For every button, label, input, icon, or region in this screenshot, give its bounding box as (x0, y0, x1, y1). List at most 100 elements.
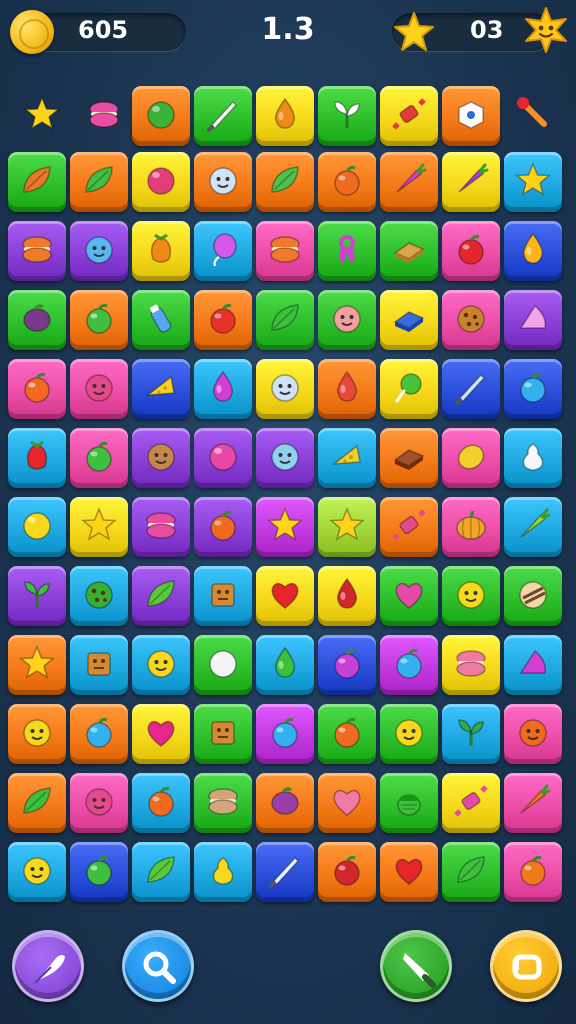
tile-r6-c5[interactable] (318, 566, 376, 626)
tile-r0-c7[interactable] (442, 152, 500, 212)
tile-r1-c5[interactable] (318, 221, 376, 281)
tile-r6-c1[interactable] (70, 566, 128, 626)
tile-r8-c6[interactable] (380, 704, 438, 764)
tile-r7-c5[interactable] (318, 635, 376, 695)
tile-r10-c4[interactable] (256, 842, 314, 902)
tile-r2-c8[interactable] (504, 290, 562, 350)
tile-r5-c1[interactable] (70, 497, 128, 557)
loose-macaron-icon[interactable] (84, 94, 124, 138)
tile-r5-c0[interactable] (8, 497, 66, 557)
tile-r10-c2[interactable] (132, 842, 190, 902)
tile-r0-c5[interactable] (318, 152, 376, 212)
tile-r0-c0[interactable] (8, 152, 66, 212)
tile-r7-c0[interactable] (8, 635, 66, 695)
tile-r3-c8[interactable] (504, 359, 562, 419)
tile-r5-c3[interactable] (194, 497, 252, 557)
tile-r9-c7[interactable] (442, 773, 500, 833)
tile-r1-c0[interactable] (8, 221, 66, 281)
tile-r4-c7[interactable] (442, 428, 500, 488)
tile-top-5[interactable] (442, 86, 500, 146)
tile-r2-c5[interactable] (318, 290, 376, 350)
tile-r2-c4[interactable] (256, 290, 314, 350)
loose-wand-icon[interactable] (514, 94, 554, 138)
tile-r5-c2[interactable] (132, 497, 190, 557)
tile-top-1[interactable] (194, 86, 252, 146)
tile-r8-c4[interactable] (256, 704, 314, 764)
tile-r5-c7[interactable] (442, 497, 500, 557)
tile-r10-c0[interactable] (8, 842, 66, 902)
search-button[interactable] (122, 930, 194, 1002)
tile-r9-c4[interactable] (256, 773, 314, 833)
tile-r0-c1[interactable] (70, 152, 128, 212)
tile-r5-c6[interactable] (380, 497, 438, 557)
tile-r2-c2[interactable] (132, 290, 190, 350)
tile-r9-c8[interactable] (504, 773, 562, 833)
tile-r1-c6[interactable] (380, 221, 438, 281)
tile-r10-c8[interactable] (504, 842, 562, 902)
tile-r0-c2[interactable] (132, 152, 190, 212)
tile-r10-c6[interactable] (380, 842, 438, 902)
tile-r3-c7[interactable] (442, 359, 500, 419)
tile-r5-c8[interactable] (504, 497, 562, 557)
tile-top-2[interactable] (256, 86, 314, 146)
tile-r10-c7[interactable] (442, 842, 500, 902)
tile-r7-c3[interactable] (194, 635, 252, 695)
tile-r3-c5[interactable] (318, 359, 376, 419)
tile-r6-c6[interactable] (380, 566, 438, 626)
tile-r1-c1[interactable] (70, 221, 128, 281)
tile-r4-c5[interactable] (318, 428, 376, 488)
tile-r3-c6[interactable] (380, 359, 438, 419)
tile-r9-c3[interactable] (194, 773, 252, 833)
tile-r0-c8[interactable] (504, 152, 562, 212)
tile-r3-c4[interactable] (256, 359, 314, 419)
tile-r4-c8[interactable] (504, 428, 562, 488)
tile-r1-c4[interactable] (256, 221, 314, 281)
tile-r7-c2[interactable] (132, 635, 190, 695)
tile-r9-c0[interactable] (8, 773, 66, 833)
tile-r7-c6[interactable] (380, 635, 438, 695)
tile-r6-c7[interactable] (442, 566, 500, 626)
tile-r8-c2[interactable] (132, 704, 190, 764)
tile-r2-c6[interactable] (380, 290, 438, 350)
tile-r5-c5[interactable] (318, 497, 376, 557)
tile-r8-c8[interactable] (504, 704, 562, 764)
tile-r3-c0[interactable] (8, 359, 66, 419)
tile-r7-c4[interactable] (256, 635, 314, 695)
tile-r1-c8[interactable] (504, 221, 562, 281)
tile-r7-c7[interactable] (442, 635, 500, 695)
tile-r1-c7[interactable] (442, 221, 500, 281)
tile-r4-c3[interactable] (194, 428, 252, 488)
loose-star-icon[interactable] (22, 94, 62, 138)
tile-r3-c2[interactable] (132, 359, 190, 419)
tile-r10-c5[interactable] (318, 842, 376, 902)
tile-r8-c3[interactable] (194, 704, 252, 764)
tile-r9-c1[interactable] (70, 773, 128, 833)
tile-r0-c4[interactable] (256, 152, 314, 212)
tile-r0-c6[interactable] (380, 152, 438, 212)
tile-r4-c6[interactable] (380, 428, 438, 488)
tile-r6-c4[interactable] (256, 566, 314, 626)
tile-r9-c2[interactable] (132, 773, 190, 833)
tile-r6-c2[interactable] (132, 566, 190, 626)
tile-r6-c8[interactable] (504, 566, 562, 626)
tile-r4-c1[interactable] (70, 428, 128, 488)
tile-r4-c4[interactable] (256, 428, 314, 488)
tile-r2-c1[interactable] (70, 290, 128, 350)
tile-r4-c2[interactable] (132, 428, 190, 488)
remove-button[interactable] (380, 930, 452, 1002)
shuffle-button[interactable] (12, 930, 84, 1002)
tile-r3-c3[interactable] (194, 359, 252, 419)
tile-r9-c5[interactable] (318, 773, 376, 833)
tile-r1-c2[interactable] (132, 221, 190, 281)
tile-r8-c7[interactable] (442, 704, 500, 764)
tile-r5-c4[interactable] (256, 497, 314, 557)
tile-r8-c1[interactable] (70, 704, 128, 764)
tile-r8-c0[interactable] (8, 704, 66, 764)
tile-r2-c0[interactable] (8, 290, 66, 350)
tile-r10-c1[interactable] (70, 842, 128, 902)
tile-r2-c7[interactable] (442, 290, 500, 350)
tile-r4-c0[interactable] (8, 428, 66, 488)
tile-r0-c3[interactable] (194, 152, 252, 212)
tile-top-4[interactable] (380, 86, 438, 146)
tile-r3-c1[interactable] (70, 359, 128, 419)
